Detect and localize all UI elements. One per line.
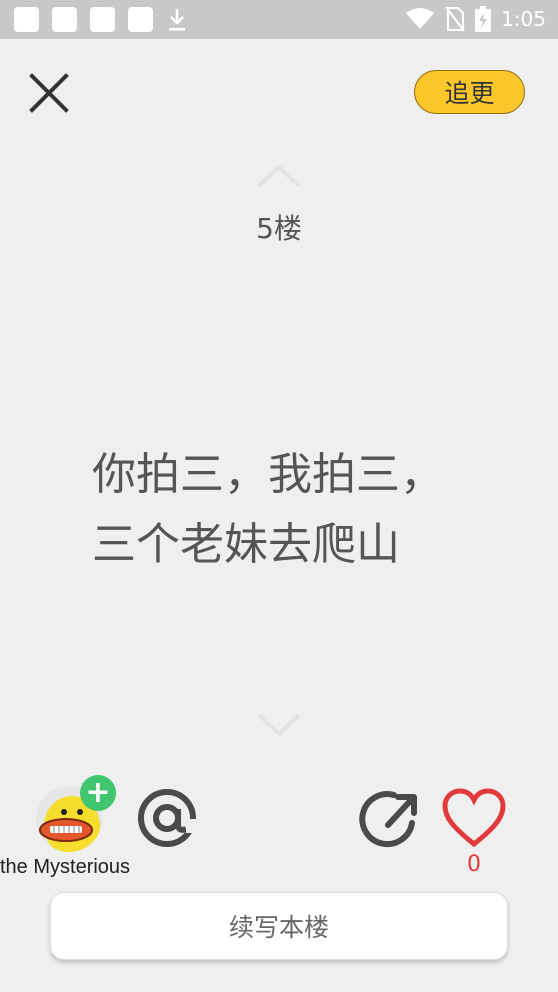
plus-icon: +	[85, 775, 111, 810]
status-right: 1:05	[405, 4, 546, 34]
status-bar: 1:05	[0, 0, 558, 39]
like-count: 0	[467, 852, 481, 877]
follow-author-button[interactable]: +	[80, 775, 116, 811]
no-sim-icon	[445, 6, 465, 32]
share-icon[interactable]	[356, 785, 424, 853]
post-content: 你拍三，我拍三， 三个老妹去爬山	[92, 440, 512, 580]
notification-square-icon	[52, 7, 77, 32]
wifi-icon	[406, 8, 435, 29]
previous-floor-chevron-up-icon[interactable]	[256, 163, 302, 189]
author-name[interactable]: the Mysterious	[0, 856, 160, 879]
continue-floor-button[interactable]: 续写本楼	[50, 892, 508, 960]
post-line: 三个老妹去爬山	[92, 519, 400, 570]
clock: 1:05	[501, 7, 546, 31]
next-floor-chevron-down-icon[interactable]	[256, 712, 302, 738]
notification-square-icon	[90, 7, 115, 32]
post-line: 你拍三，我拍三，	[92, 449, 444, 500]
floor-number: 5楼	[256, 212, 302, 245]
follow-button[interactable]: 追更	[414, 70, 525, 114]
download-icon	[169, 9, 185, 31]
at-icon[interactable]	[134, 785, 200, 851]
heart-icon[interactable]	[442, 788, 506, 848]
close-icon[interactable]	[28, 72, 70, 114]
notification-square-icon	[14, 7, 39, 32]
battery-charging-icon	[475, 6, 492, 32]
notification-square-icon	[128, 7, 153, 32]
